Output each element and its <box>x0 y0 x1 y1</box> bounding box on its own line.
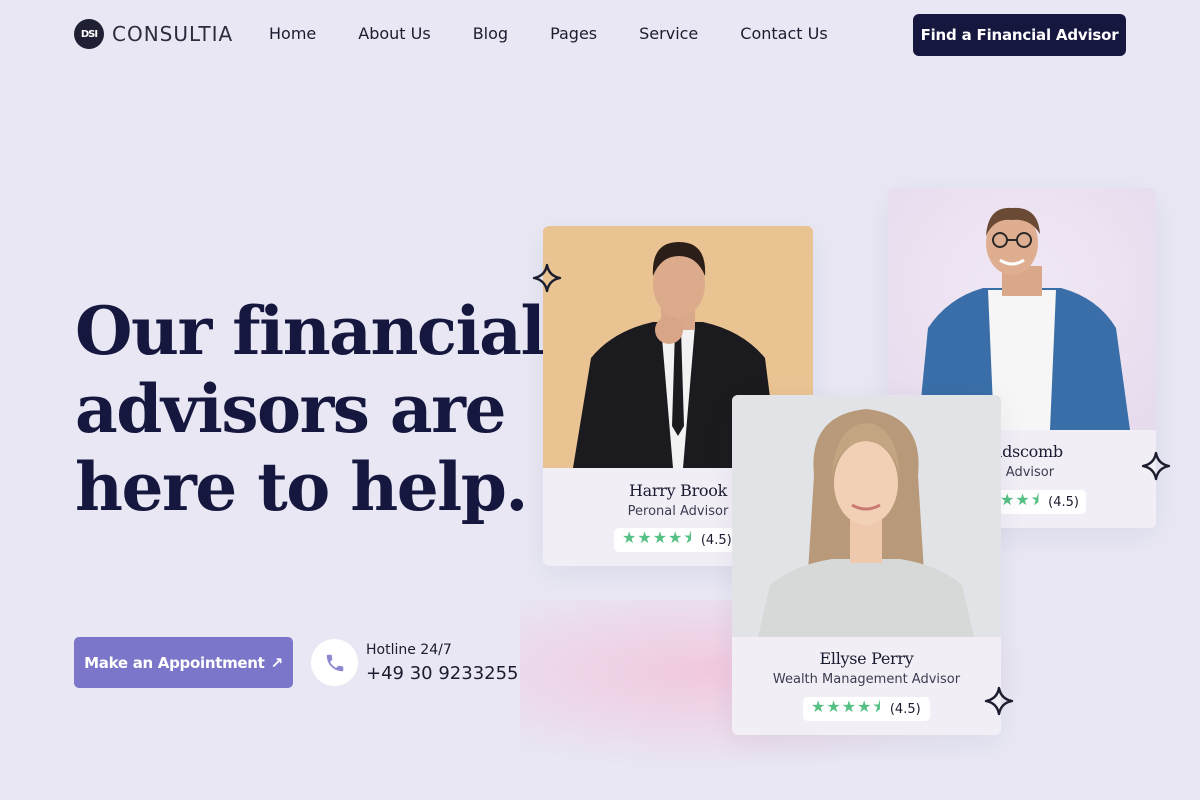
hero-title-line: advisors are <box>75 370 506 448</box>
advisor-role: Wealth Management Advisor <box>772 672 961 687</box>
advisor-photo <box>888 188 1156 430</box>
rating-value: (4.5) <box>700 532 732 548</box>
nav-home[interactable]: Home <box>269 24 316 43</box>
nav-contact-us[interactable]: Contact Us <box>740 24 827 43</box>
hero-title-line: here to help. <box>75 448 528 526</box>
sparkle-icon <box>984 686 1014 716</box>
star-rating-icon: ★★★★⯨ <box>622 527 693 547</box>
sparkle-icon <box>532 263 562 293</box>
brand-name: CONSULTIA <box>112 22 234 46</box>
star-rating-icon: ★★⯨ <box>1000 489 1041 509</box>
brand-logo[interactable]: DSI CONSULTIA <box>74 19 233 49</box>
rating-value: (4.5) <box>889 701 921 717</box>
make-appointment-label: Make an Appointment <box>84 653 265 672</box>
rating-value: (4.5) <box>1048 494 1079 510</box>
hotline-number[interactable]: +49 30 9233255 <box>366 663 519 684</box>
advisor-rating: ★★⯨ (4.5) <box>992 490 1086 514</box>
advisor-rating: ★★★★⯨ (4.5) <box>803 697 930 721</box>
hero-title: Our financial advisors are here to help. <box>75 292 546 526</box>
advisor-card-ellyse-perry[interactable]: Ellyse Perry Wealth Management Advisor ★… <box>732 395 1001 735</box>
hero-title-line: Our financial <box>75 292 546 370</box>
sparkle-icon <box>1141 451 1171 481</box>
advisor-name: Ellyse Perry <box>819 649 914 668</box>
logo-mark-icon: DSI <box>74 19 104 49</box>
advisor-photo <box>732 395 1001 637</box>
nav-blog[interactable]: Blog <box>473 24 508 43</box>
star-rating-icon: ★★★★⯨ <box>811 696 882 716</box>
top-navigation: DSI CONSULTIA Home About Us Blog Pages S… <box>0 0 1200 68</box>
make-appointment-button[interactable]: Make an Appointment ↗ <box>74 637 293 688</box>
advisor-rating: ★★★★⯨ (4.5) <box>614 528 741 552</box>
arrow-up-right-icon: ↗ <box>270 653 284 672</box>
nav-service[interactable]: Service <box>639 24 698 43</box>
nav-pages[interactable]: Pages <box>550 24 597 43</box>
find-advisor-button[interactable]: Find a Financial Advisor <box>913 14 1126 56</box>
hotline-label: Hotline 24/7 <box>366 642 452 658</box>
phone-icon[interactable] <box>311 639 358 686</box>
main-menu: Home About Us Blog Pages Service Contact… <box>269 24 870 43</box>
nav-about-us[interactable]: About Us <box>358 24 430 43</box>
